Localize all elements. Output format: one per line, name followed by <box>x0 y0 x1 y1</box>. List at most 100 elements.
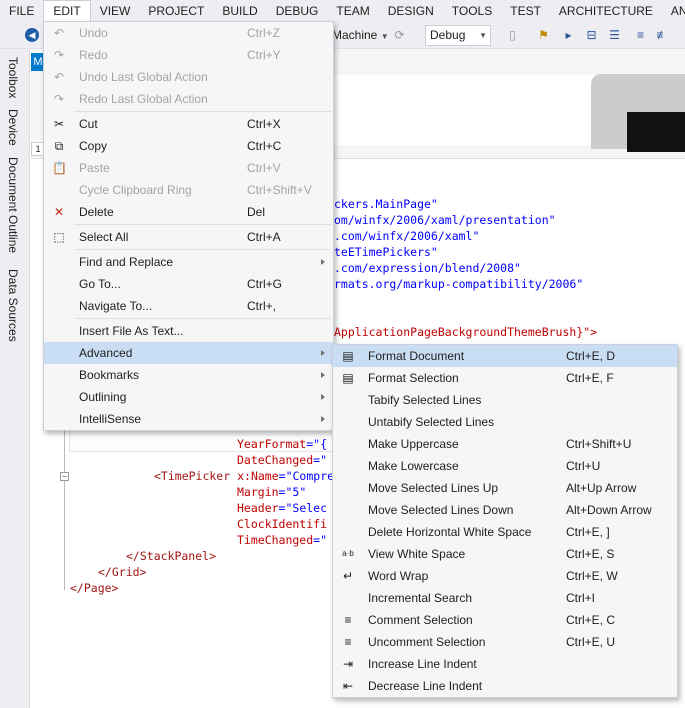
back-navigate-icon[interactable]: ◀ <box>25 28 39 42</box>
tab-device[interactable]: Device <box>6 109 20 146</box>
submenu-arrow-icon <box>321 416 325 422</box>
menu-item-label: Move Selected Lines Up <box>368 481 499 495</box>
menu-team[interactable]: TEAM <box>327 0 378 22</box>
undo-icon: ↶ <box>53 26 65 40</box>
code-line: ckers.MainPage" <box>334 197 438 211</box>
bookmark-icon[interactable]: ⊟ <box>584 28 599 43</box>
undo-global-icon: ↶ <box>53 70 65 84</box>
menu-item-incremental-search[interactable]: Incremental Search Ctrl+I <box>333 587 677 609</box>
menu-analyze[interactable]: ANALYZ <box>662 0 685 22</box>
menu-item-comment-selection[interactable]: ≡ Comment Selection Ctrl+E, C <box>333 609 677 631</box>
menu-item-redo: ↷ Redo Ctrl+Y <box>44 44 333 66</box>
menu-item-word-wrap[interactable]: ↵ Word Wrap Ctrl+E, W <box>333 565 677 587</box>
menu-item-insert-file-as-text[interactable]: Insert File As Text... <box>44 320 333 342</box>
solution-configuration-select[interactable]: Debug ▼ <box>425 25 491 46</box>
menu-item-shortcut: Ctrl+E, ] <box>566 525 610 539</box>
menu-item-label: Cycle Clipboard Ring <box>79 183 192 197</box>
menu-item-select-all[interactable]: ⬚ Select All Ctrl+A <box>44 226 333 248</box>
format-selection-icon: ▤ <box>342 371 354 385</box>
menu-item-navigate-to[interactable]: Navigate To... Ctrl+, <box>44 295 333 317</box>
tab-toolbox[interactable]: Toolbox <box>6 57 20 98</box>
menu-item-outlining[interactable]: Outlining <box>44 386 333 408</box>
copy-icon: ⧉ <box>54 139 64 153</box>
menu-item-shortcut: Ctrl+X <box>247 117 281 131</box>
menu-design[interactable]: DESIGN <box>379 0 443 22</box>
menu-item-shortcut: Ctrl+E, U <box>566 635 616 649</box>
refresh-icon[interactable]: ⟳ <box>392 28 407 43</box>
collapse-toggle[interactable]: − <box>60 472 69 481</box>
visual-studio-window: FILE EDIT VIEW PROJECT BUILD DEBUG TEAM … <box>0 0 685 708</box>
code-line: </Grid> <box>98 565 147 579</box>
breakpoint-icon[interactable]: ▸ <box>561 28 576 43</box>
menu-item-label: Advanced <box>79 346 133 360</box>
menu-item-label: Tabify Selected Lines <box>368 393 482 407</box>
menu-item-label: Select All <box>79 230 129 244</box>
menu-item-untabify-selected-lines[interactable]: Untabify Selected Lines <box>333 411 677 433</box>
menu-item-tabify-selected-lines[interactable]: Tabify Selected Lines <box>333 389 677 411</box>
menu-item-label: Paste <box>79 161 110 175</box>
code-line: rmats.org/markup-compatibility/2006" <box>334 277 584 291</box>
menu-item-increase-line-indent[interactable]: ⇥ Increase Line Indent <box>333 653 677 675</box>
debug-target-label[interactable]: Machine ▼ <box>332 26 389 45</box>
comment-toolbar-icon[interactable]: ≡ <box>633 28 648 43</box>
menu-item-label: Navigate To... <box>79 299 153 313</box>
paste-icon: 📋 <box>52 161 67 175</box>
menu-item-label: Outlining <box>79 390 127 404</box>
menu-item-move-selected-lines-down[interactable]: Move Selected Lines Down Alt+Down Arrow <box>333 499 677 521</box>
uncomment-selection-icon: ≡ <box>344 635 352 649</box>
menu-item-uncomment-selection[interactable]: ≡ Uncomment Selection Ctrl+E, U <box>333 631 677 653</box>
menu-edit[interactable]: EDIT <box>43 0 91 23</box>
menu-tools[interactable]: TOOLS <box>443 0 501 22</box>
menu-item-move-selected-lines-up[interactable]: Move Selected Lines Up Alt+Up Arrow <box>333 477 677 499</box>
menu-item-bookmarks[interactable]: Bookmarks <box>44 364 333 386</box>
code-line: <TimePicker x:Name="Compre <box>154 469 335 483</box>
menu-item-cut[interactable]: ✂ Cut Ctrl+X <box>44 113 333 135</box>
menu-test[interactable]: TEST <box>501 0 550 22</box>
uncomment-toolbar-icon[interactable]: ≢ <box>655 28 670 43</box>
menu-item-shortcut: Ctrl+E, C <box>566 613 616 627</box>
tab-data-sources[interactable]: Data Sources <box>6 269 20 342</box>
word-wrap-icon: ↵ <box>342 569 354 583</box>
menu-item-copy[interactable]: ⧉ Copy Ctrl+C <box>44 135 333 157</box>
menu-debug[interactable]: DEBUG <box>267 0 328 22</box>
submenu-arrow-icon <box>321 394 325 400</box>
menu-item-format-selection[interactable]: ▤ Format Selection Ctrl+E, F <box>333 367 677 389</box>
code-line: teETimePickers" <box>334 245 438 259</box>
menu-item-make-lowercase[interactable]: Make Lowercase Ctrl+U <box>333 455 677 477</box>
code-line: DateChanged=" <box>237 453 328 467</box>
menu-item-label: Make Lowercase <box>368 459 459 473</box>
menu-item-shortcut: Ctrl+, <box>247 299 277 313</box>
menu-file[interactable]: FILE <box>0 0 43 22</box>
menu-item-format-document[interactable]: ▤ Format Document Ctrl+E, D <box>333 345 677 367</box>
menu-item-make-uppercase[interactable]: Make Uppercase Ctrl+Shift+U <box>333 433 677 455</box>
code-line: Header="Selec <box>237 501 328 515</box>
menu-project[interactable]: PROJECT <box>139 0 213 22</box>
menu-item-shortcut: Ctrl+G <box>247 277 283 291</box>
menu-item-find-and-replace[interactable]: Find and Replace <box>44 251 333 273</box>
list-icon[interactable]: ☰ <box>607 28 622 43</box>
menu-item-view-white-space[interactable]: a·b View White Space Ctrl+E, S <box>333 543 677 565</box>
code-line: .com/winfx/2006/xaml" <box>334 229 480 243</box>
menu-item-shortcut: Ctrl+Z <box>247 26 280 40</box>
menu-item-label: Make Uppercase <box>368 437 459 451</box>
menu-item-label: Word Wrap <box>368 569 429 583</box>
menu-item-intellisense[interactable]: IntelliSense <box>44 408 333 430</box>
menu-build[interactable]: BUILD <box>213 0 266 22</box>
redo-global-icon: ↷ <box>53 92 65 106</box>
menu-item-go-to[interactable]: Go To... Ctrl+G <box>44 273 333 295</box>
menu-item-shortcut: Alt+Down Arrow <box>566 503 652 517</box>
find-icon[interactable]: ⚑ <box>536 28 551 43</box>
menu-item-delete-horizontal-white-space[interactable]: Delete Horizontal White Space Ctrl+E, ] <box>333 521 677 543</box>
device-icon[interactable]: ▯ <box>505 28 520 43</box>
menu-architecture[interactable]: ARCHITECTURE <box>550 0 662 22</box>
menu-item-delete[interactable]: ✕ Delete Del <box>44 201 333 223</box>
menu-item-decrease-line-indent[interactable]: ⇤ Decrease Line Indent <box>333 675 677 697</box>
submenu-arrow-icon <box>321 259 325 265</box>
code-line-background: ApplicationPageBackgroundThemeBrush}"> <box>334 325 598 339</box>
tab-document-outline[interactable]: Document Outline <box>6 157 20 253</box>
menu-item-label: Untabify Selected Lines <box>368 415 495 429</box>
menu-item-cycle-clipboard-ring: Cycle Clipboard Ring Ctrl+Shift+V <box>44 179 333 201</box>
menu-item-shortcut: Ctrl+C <box>247 139 282 153</box>
menu-view[interactable]: VIEW <box>91 0 140 22</box>
menu-item-advanced[interactable]: Advanced <box>44 342 333 364</box>
